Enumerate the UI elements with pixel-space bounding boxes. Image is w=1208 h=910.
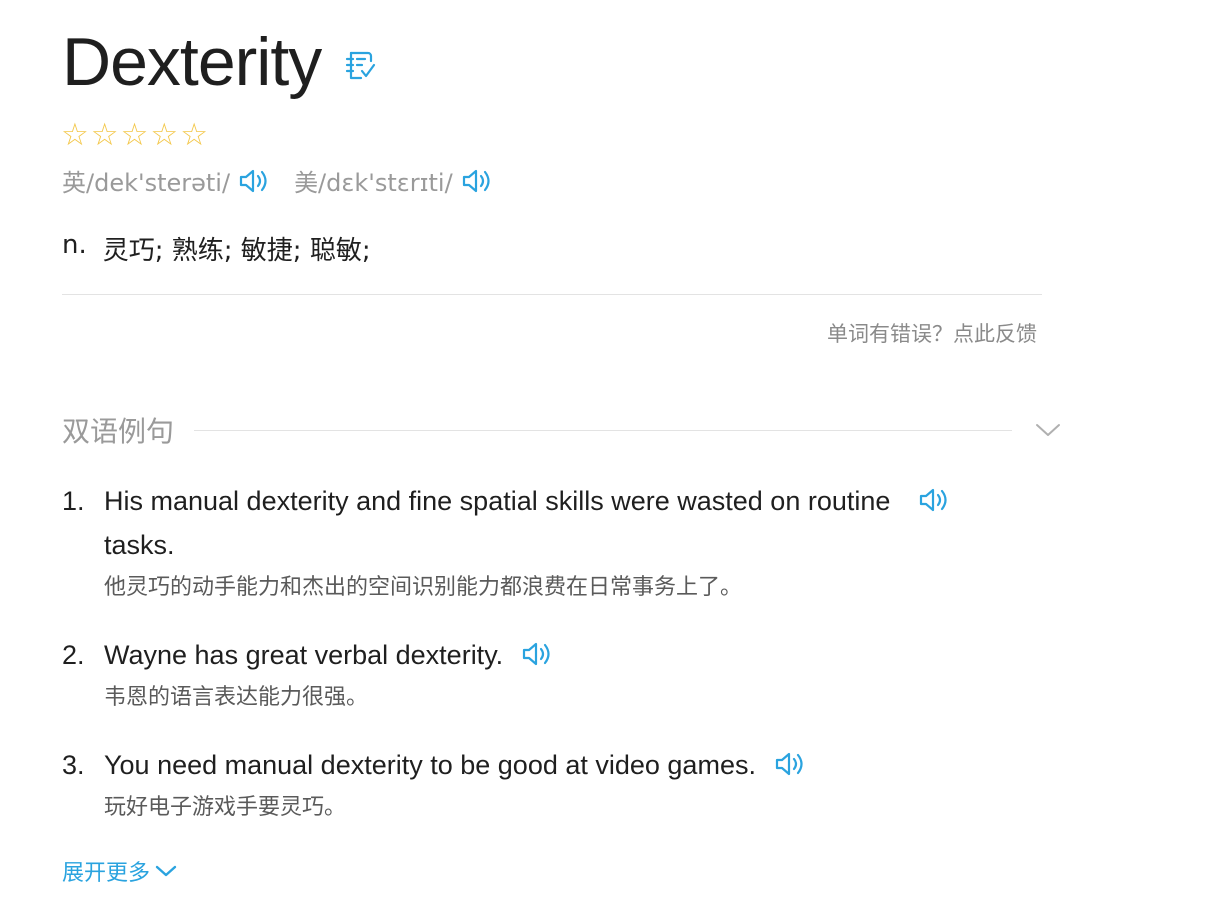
part-of-speech: n. [62,230,87,260]
sentence-chinese: 韦恩的语言表达能力很强。 [104,685,369,710]
definition: n. 灵巧; 熟练; 敏捷; 聪敏; [62,230,371,267]
expand-more-link[interactable]: 展开更多 [62,855,178,887]
divider [194,429,1012,431]
sentence-chinese: 玩好电子游戏手要灵巧。 [104,795,347,820]
phonetic-us: 美/dɛk'stɛrɪti/ [294,163,495,198]
sentence-body: Wayne has great verbal dexterity. 韦恩的语言表… [104,633,964,718]
chevron-down-icon [1036,424,1060,436]
example-sentence: 3. You need manual dexterity to be good … [62,743,964,828]
phonetic-uk-text: 英/dek'sterəti/ [62,169,231,197]
phonetic-us-text: 美/dɛk'stɛrɪti/ [294,169,453,197]
expand-more-label: 展开更多 [62,861,151,886]
chevron-down-icon [155,865,177,877]
play-uk-pronunciation-button[interactable] [238,166,272,196]
sentence-english-text: His manual dexterity and fine spatial sk… [104,486,891,560]
star-icon: ☆ [90,117,119,153]
star-rating: ☆ ☆ ☆ ☆ ☆ [61,117,208,153]
play-us-pronunciation-button[interactable] [461,166,495,196]
definition-meaning: 灵巧; 熟练; 敏捷; 聪敏; [102,236,371,266]
sentence-number: 3. [62,750,85,780]
phonetics: 英/dek'sterəti/ 美/dɛk'stɛrɪti/ [62,163,517,198]
word-title: Dexterity [62,24,322,100]
speaker-icon [462,169,490,192]
sentence-body: You need manual dexterity to be good at … [104,743,964,828]
star-icon: ☆ [180,117,208,153]
phonetic-uk: 英/dek'sterəti/ [62,163,272,198]
sentence-english: Wayne has great verbal dexterity. [104,633,964,677]
speaker-icon [775,752,803,775]
sentence-body: His manual dexterity and fine spatial sk… [104,479,964,608]
word-header: Dexterity [62,22,377,102]
speaker-icon [919,488,947,512]
play-sentence-audio-button[interactable] [918,485,952,515]
star-icon: ☆ [120,117,149,153]
speaker-icon [239,169,267,192]
section-title: 双语例句 [62,415,175,448]
play-sentence-audio-button[interactable] [774,749,808,779]
star-icon: ☆ [61,117,89,153]
star-icon: ☆ [150,117,179,153]
sentence-english-text: You need manual dexterity to be good at … [104,750,756,780]
speaker-icon [523,642,550,665]
sentence-english: His manual dexterity and fine spatial sk… [104,479,964,567]
sentence-chinese: 他灵巧的动手能力和杰出的空间识别能力都浪费在日常事务上了。 [104,575,743,600]
feedback-link[interactable]: 单词有错误？点此反馈 [827,318,1037,348]
sentence-english: You need manual dexterity to be good at … [104,743,964,787]
sentence-number: 2. [62,640,85,670]
sentence-number: 1. [62,486,85,516]
add-to-wordbook-icon [346,51,376,80]
play-sentence-audio-button[interactable] [521,639,555,669]
example-sentence: 1. His manual dexterity and fine spatial… [62,479,964,608]
bilingual-section-header: 双语例句 [62,408,1062,452]
example-sentence: 2. Wayne has great verbal dexterity. 韦恩的… [62,633,964,718]
add-to-wordbook-button[interactable] [343,49,377,83]
sentence-english-text: Wayne has great verbal dexterity. [104,640,504,670]
divider [62,294,1042,295]
collapse-section-button[interactable] [1034,416,1062,444]
